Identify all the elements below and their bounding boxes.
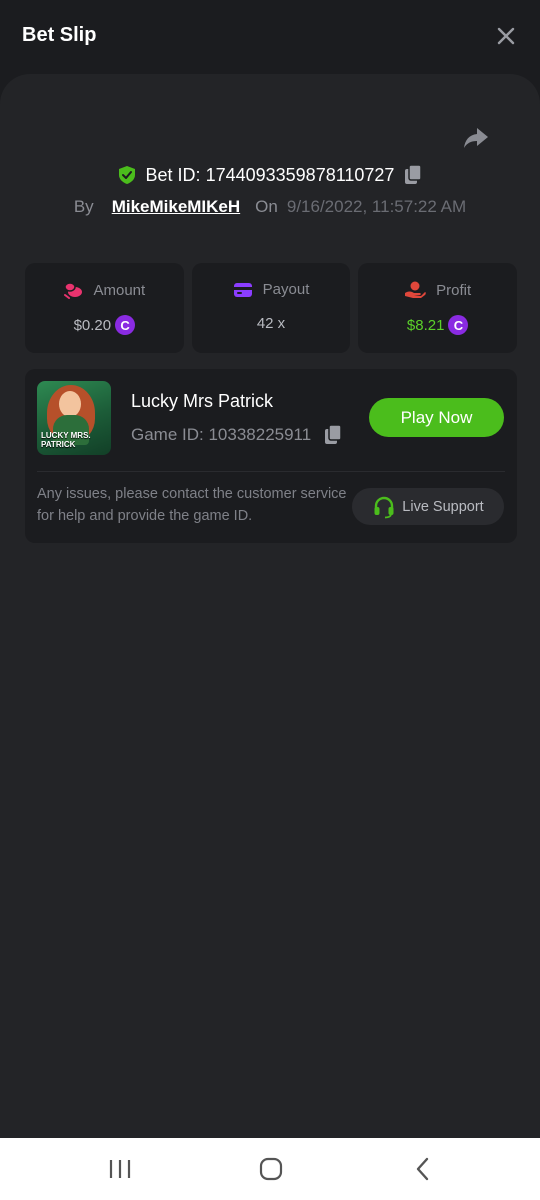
amount-card: Amount $0.20 C [25,263,184,353]
system-nav-bar [0,1138,540,1200]
copy-icon[interactable] [403,164,423,186]
profit-value: $8.21 [406,316,445,334]
bet-id-value: 1744093359878110727 [205,164,395,185]
game-id-row: Game ID: 10338225911 [131,424,343,446]
coin-icon: C [115,315,136,335]
divider [37,471,505,472]
username-link[interactable]: MikeMikeMIKeH [112,197,240,217]
game-thumbnail-text: LUCKY MRS. PATRICK [41,431,91,449]
amount-label: Amount [93,281,146,299]
recent-apps-icon[interactable] [105,1156,135,1182]
game-thumbnail[interactable]: LUCKY MRS. PATRICK [37,381,111,455]
hand-coin-icon [405,281,426,298]
back-icon[interactable] [408,1156,438,1182]
amount-value: $0.20 [73,316,112,334]
bet-id-text: Bet ID: 1744093359878110727 [146,165,395,186]
profit-card: Profit $8.21 C [358,263,518,353]
payout-label: Payout [262,281,310,298]
profit-label: Profit [436,281,472,299]
stats-row: Amount $0.20 C Payout 42 x Profit $8.21 … [25,263,518,353]
game-id: Game ID: 10338225911 [131,425,312,444]
help-text: Any issues, please contact the customer … [37,486,347,524]
share-icon[interactable] [462,124,490,152]
coin-icon: C [448,315,469,335]
close-icon[interactable] [496,26,516,46]
page-title: Bet Slip [22,24,97,46]
bet-id-label: Bet ID: [145,164,201,185]
copy-icon[interactable] [323,424,343,446]
play-now-button[interactable]: Play Now [369,398,504,437]
bet-id-row: Bet ID: 1744093359878110727 [0,162,540,188]
coins-icon [64,282,83,299]
live-support-button[interactable]: Live Support [352,488,504,525]
shield-check-icon [118,166,135,184]
bet-author-row: By MikeMikeMIKeH On 9/16/2022, 11:57:22 … [0,194,540,220]
on-label: On [255,197,278,216]
headset-icon [374,496,394,518]
bet-slip-panel: Bet ID: 1744093359878110727 By MikeMikeM… [0,74,540,1138]
home-icon[interactable] [256,1156,286,1182]
game-name: Lucky Mrs Patrick [131,391,274,411]
payout-value: 42 x [256,315,286,332]
bet-date: 9/16/2022, 11:57:22 AM [286,197,467,216]
header: Bet Slip [0,0,540,74]
wallet-icon [233,282,252,297]
by-label: By [73,197,94,216]
game-card: LUCKY MRS. PATRICK Lucky Mrs Patrick Gam… [25,369,517,543]
live-support-label: Live Support [402,498,484,515]
payout-card: Payout 42 x [191,263,351,353]
